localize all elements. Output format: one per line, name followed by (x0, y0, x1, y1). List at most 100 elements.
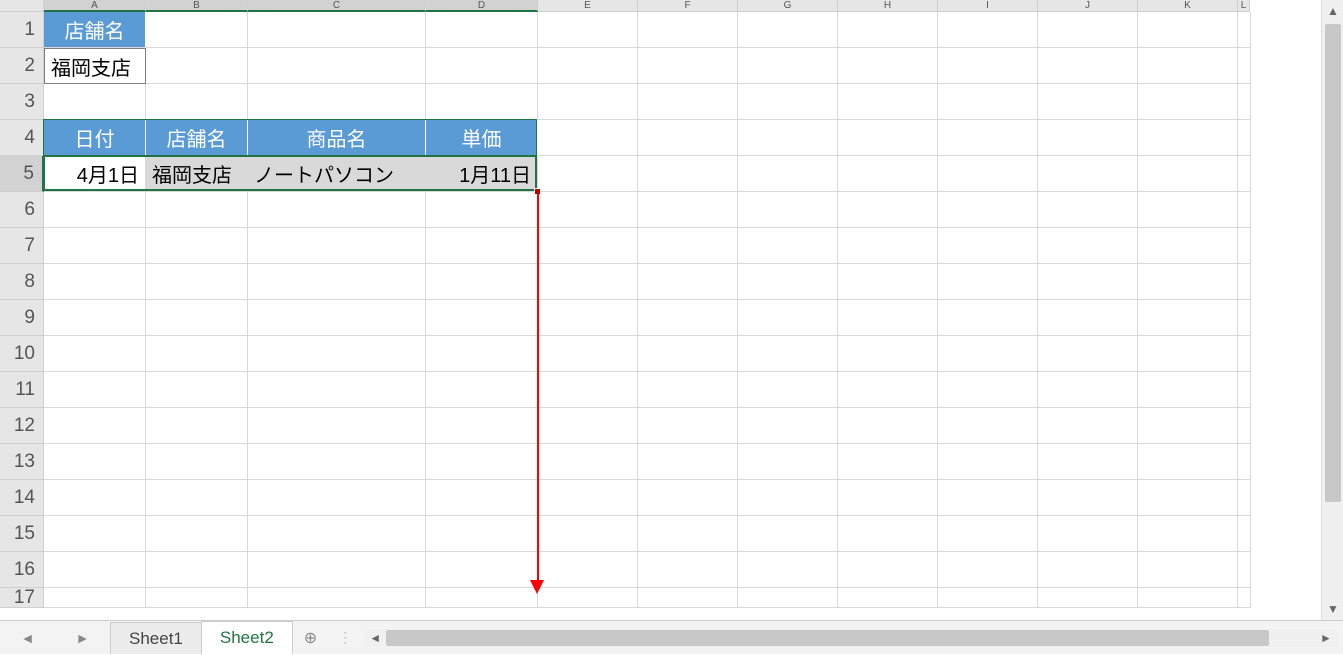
horizontal-scrollbar[interactable]: ◄ ► (364, 629, 1337, 647)
cell-L3[interactable] (1238, 84, 1251, 120)
col-header-H[interactable]: H (838, 0, 938, 12)
select-all-corner[interactable] (0, 0, 44, 12)
cell-B8[interactable] (146, 264, 248, 300)
cell-I2[interactable] (938, 48, 1038, 84)
cell-H7[interactable] (838, 228, 938, 264)
cell-A3[interactable] (44, 84, 146, 120)
cell-A7[interactable] (44, 228, 146, 264)
cell-F14[interactable] (638, 480, 738, 516)
cell-L14[interactable] (1238, 480, 1251, 516)
cell-L13[interactable] (1238, 444, 1251, 480)
row-header-5[interactable]: 5 (0, 156, 44, 192)
scroll-down-button[interactable]: ▼ (1322, 598, 1343, 620)
cell-I17[interactable] (938, 588, 1038, 608)
cell-B1[interactable] (146, 12, 248, 48)
cell-E3[interactable] (538, 84, 638, 120)
cell-A8[interactable] (44, 264, 146, 300)
cell-K1[interactable] (1138, 12, 1238, 48)
cell-E16[interactable] (538, 552, 638, 588)
cell-D10[interactable] (426, 336, 538, 372)
horizontal-scroll-thumb[interactable] (386, 630, 1268, 646)
col-header-F[interactable]: F (638, 0, 738, 12)
cell-I14[interactable] (938, 480, 1038, 516)
row-header-11[interactable]: 11 (0, 372, 44, 408)
cell-A4[interactable]: 日付 (44, 120, 146, 156)
row-header-15[interactable]: 15 (0, 516, 44, 552)
cell-I5[interactable] (938, 156, 1038, 192)
cell-L10[interactable] (1238, 336, 1251, 372)
cell-D13[interactable] (426, 444, 538, 480)
cell-H8[interactable] (838, 264, 938, 300)
cell-I10[interactable] (938, 336, 1038, 372)
scroll-right-button[interactable]: ► (1315, 629, 1337, 647)
cell-H14[interactable] (838, 480, 938, 516)
cell-C6[interactable] (248, 192, 426, 228)
cell-E11[interactable] (538, 372, 638, 408)
cell-F1[interactable] (638, 12, 738, 48)
vertical-scroll-thumb[interactable] (1325, 24, 1341, 502)
cell-C7[interactable] (248, 228, 426, 264)
cell-L8[interactable] (1238, 264, 1251, 300)
cell-K11[interactable] (1138, 372, 1238, 408)
cell-F8[interactable] (638, 264, 738, 300)
cell-E10[interactable] (538, 336, 638, 372)
cell-A12[interactable] (44, 408, 146, 444)
row-header-6[interactable]: 6 (0, 192, 44, 228)
cell-D11[interactable] (426, 372, 538, 408)
cell-F2[interactable] (638, 48, 738, 84)
cell-J5[interactable] (1038, 156, 1138, 192)
cell-H5[interactable] (838, 156, 938, 192)
cell-G12[interactable] (738, 408, 838, 444)
col-header-I[interactable]: I (938, 0, 1038, 12)
cell-L5[interactable] (1238, 156, 1251, 192)
cell-C16[interactable] (248, 552, 426, 588)
col-header-E[interactable]: E (538, 0, 638, 12)
cell-G14[interactable] (738, 480, 838, 516)
cell-L1[interactable] (1238, 12, 1251, 48)
cell-E14[interactable] (538, 480, 638, 516)
cell-J13[interactable] (1038, 444, 1138, 480)
cell-J10[interactable] (1038, 336, 1138, 372)
row-header-10[interactable]: 10 (0, 336, 44, 372)
row-header-17[interactable]: 17 (0, 588, 44, 608)
cell-D14[interactable] (426, 480, 538, 516)
cell-F12[interactable] (638, 408, 738, 444)
cell-G10[interactable] (738, 336, 838, 372)
cell-E7[interactable] (538, 228, 638, 264)
cell-H6[interactable] (838, 192, 938, 228)
cell-G17[interactable] (738, 588, 838, 608)
cell-B17[interactable] (146, 588, 248, 608)
cell-G2[interactable] (738, 48, 838, 84)
cell-C8[interactable] (248, 264, 426, 300)
cell-D17[interactable] (426, 588, 538, 608)
tab-sheet2[interactable]: Sheet2 (201, 621, 293, 655)
cell-K9[interactable] (1138, 300, 1238, 336)
cell-E1[interactable] (538, 12, 638, 48)
cell-L17[interactable] (1238, 588, 1251, 608)
cell-F4[interactable] (638, 120, 738, 156)
tab-nav-next-icon[interactable]: ► (76, 630, 90, 646)
cell-B12[interactable] (146, 408, 248, 444)
row-header-16[interactable]: 16 (0, 552, 44, 588)
col-header-K[interactable]: K (1138, 0, 1238, 12)
tab-nav-buttons[interactable]: ◄ ► (0, 621, 110, 654)
cell-G6[interactable] (738, 192, 838, 228)
cell-A10[interactable] (44, 336, 146, 372)
cell-E12[interactable] (538, 408, 638, 444)
cell-D6[interactable] (426, 192, 538, 228)
cell-B9[interactable] (146, 300, 248, 336)
cell-J15[interactable] (1038, 516, 1138, 552)
cell-F16[interactable] (638, 552, 738, 588)
cell-B15[interactable] (146, 516, 248, 552)
cell-A13[interactable] (44, 444, 146, 480)
cell-grid[interactable]: 店舗名福岡支店日付店舗名商品名単価4月1日福岡支店ノートパソコン1月11日 (44, 12, 1321, 620)
cell-C9[interactable] (248, 300, 426, 336)
cell-D2[interactable] (426, 48, 538, 84)
scroll-left-button[interactable]: ◄ (364, 629, 386, 647)
row-header-3[interactable]: 3 (0, 84, 44, 120)
cell-J1[interactable] (1038, 12, 1138, 48)
cell-G7[interactable] (738, 228, 838, 264)
cell-H1[interactable] (838, 12, 938, 48)
cell-H12[interactable] (838, 408, 938, 444)
cell-G9[interactable] (738, 300, 838, 336)
